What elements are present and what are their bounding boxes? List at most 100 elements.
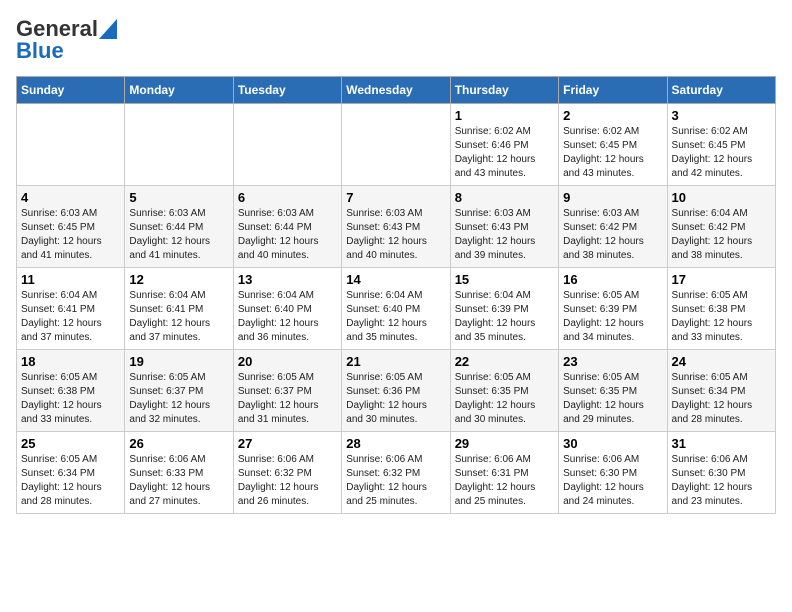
day-info: Sunrise: 6:04 AM Sunset: 6:42 PM Dayligh…	[672, 207, 771, 263]
calendar-cell: 26Sunrise: 6:06 AM Sunset: 6:33 PM Dayli…	[125, 432, 233, 514]
day-number: 6	[238, 190, 337, 205]
calendar-cell: 12 Sunrise: 6:04 AM Sunset: 6:41 PM Dayli…	[125, 268, 233, 350]
calendar-cell: 22Sunrise: 6:05 AM Sunset: 6:35 PM Dayli…	[450, 350, 558, 432]
calendar-cell	[17, 104, 125, 186]
calendar-cell: 20 Sunrise: 6:05 AM Sunset: 6:37 PM Dayli…	[233, 350, 341, 432]
calendar-cell: 1 Sunrise: 6:02 AM Sunset: 6:46 PM Daylig…	[450, 104, 558, 186]
day-number: 8	[455, 190, 554, 205]
calendar-cell: 28 Sunrise: 6:06 AM Sunset: 6:32 PM Dayli…	[342, 432, 450, 514]
day-info: Sunrise: 6:06 AM Sunset: 6:31 PM Dayligh…	[455, 453, 554, 509]
day-info: Sunrise: 6:03 AM Sunset: 6:45 PM Dayligh…	[21, 207, 120, 263]
day-number: 19	[129, 354, 228, 369]
day-info: Sunrise: 6:03 AM Sunset: 6:44 PM Dayligh…	[129, 207, 228, 263]
day-number: 15	[455, 272, 554, 287]
day-info: Sunrise: 6:05 AM Sunset: 6:34 PM Dayligh…	[21, 453, 120, 509]
day-info: Sunrise: 6:04 AM Sunset: 6:40 PM Dayligh…	[346, 289, 445, 345]
day-info: Sunrise: 6:05 AM Sunset: 6:38 PM Dayligh…	[672, 289, 771, 345]
day-number: 17	[672, 272, 771, 287]
weekday-header-saturday: Saturday	[667, 77, 775, 104]
logo: General Blue	[16, 16, 117, 64]
calendar-cell: 23 Sunrise: 6:05 AM Sunset: 6:35 PM Dayli…	[559, 350, 667, 432]
page-header: General Blue	[16, 16, 776, 64]
calendar-cell: 9 Sunrise: 6:03 AM Sunset: 6:42 PM Daylig…	[559, 186, 667, 268]
day-info: Sunrise: 6:04 AM Sunset: 6:39 PM Dayligh…	[455, 289, 554, 345]
day-number: 1	[455, 108, 554, 123]
calendar-cell: 14 Sunrise: 6:04 AM Sunset: 6:40 PM Dayli…	[342, 268, 450, 350]
calendar-cell: 19 Sunrise: 6:05 AM Sunset: 6:37 PM Dayli…	[125, 350, 233, 432]
day-number: 4	[21, 190, 120, 205]
day-number: 30	[563, 436, 662, 451]
calendar-week-row: 11 Sunrise: 6:04 AM Sunset: 6:41 PM Dayli…	[17, 268, 776, 350]
day-info: Sunrise: 6:06 AM Sunset: 6:33 PM Dayligh…	[129, 453, 228, 509]
calendar-cell	[125, 104, 233, 186]
day-info: Sunrise: 6:05 AM Sunset: 6:35 PM Dayligh…	[563, 371, 662, 427]
day-info: Sunrise: 6:05 AM Sunset: 6:37 PM Dayligh…	[238, 371, 337, 427]
day-number: 22	[455, 354, 554, 369]
day-info: Sunrise: 6:03 AM Sunset: 6:43 PM Dayligh…	[455, 207, 554, 263]
day-number: 7	[346, 190, 445, 205]
logo-blue: Blue	[16, 38, 64, 64]
calendar-cell: 10 Sunrise: 6:04 AM Sunset: 6:42 PM Dayli…	[667, 186, 775, 268]
day-info: Sunrise: 6:03 AM Sunset: 6:42 PM Dayligh…	[563, 207, 662, 263]
calendar-cell: 8 Sunrise: 6:03 AM Sunset: 6:43 PM Daylig…	[450, 186, 558, 268]
day-info: Sunrise: 6:05 AM Sunset: 6:39 PM Dayligh…	[563, 289, 662, 345]
day-number: 23	[563, 354, 662, 369]
calendar-cell: 15 Sunrise: 6:04 AM Sunset: 6:39 PM Dayli…	[450, 268, 558, 350]
day-info: Sunrise: 6:06 AM Sunset: 6:30 PM Dayligh…	[563, 453, 662, 509]
day-number: 27	[238, 436, 337, 451]
calendar-cell: 18Sunrise: 6:05 AM Sunset: 6:38 PM Dayli…	[17, 350, 125, 432]
calendar-cell: 7Sunrise: 6:03 AM Sunset: 6:43 PM Daylig…	[342, 186, 450, 268]
day-number: 28	[346, 436, 445, 451]
calendar-week-row: 4 Sunrise: 6:03 AM Sunset: 6:45 PM Daylig…	[17, 186, 776, 268]
day-number: 11	[21, 272, 120, 287]
calendar-cell: 5 Sunrise: 6:03 AM Sunset: 6:44 PM Daylig…	[125, 186, 233, 268]
calendar-cell: 11 Sunrise: 6:04 AM Sunset: 6:41 PM Dayli…	[17, 268, 125, 350]
logo-triangle-icon	[99, 19, 117, 39]
weekday-header-tuesday: Tuesday	[233, 77, 341, 104]
day-info: Sunrise: 6:06 AM Sunset: 6:32 PM Dayligh…	[346, 453, 445, 509]
day-number: 14	[346, 272, 445, 287]
weekday-header-thursday: Thursday	[450, 77, 558, 104]
day-info: Sunrise: 6:04 AM Sunset: 6:40 PM Dayligh…	[238, 289, 337, 345]
day-number: 3	[672, 108, 771, 123]
day-number: 13	[238, 272, 337, 287]
day-number: 29	[455, 436, 554, 451]
calendar-week-row: 25 Sunrise: 6:05 AM Sunset: 6:34 PM Dayli…	[17, 432, 776, 514]
day-number: 25	[21, 436, 120, 451]
day-info: Sunrise: 6:03 AM Sunset: 6:44 PM Dayligh…	[238, 207, 337, 263]
weekday-header-friday: Friday	[559, 77, 667, 104]
day-info: Sunrise: 6:06 AM Sunset: 6:32 PM Dayligh…	[238, 453, 337, 509]
day-info: Sunrise: 6:04 AM Sunset: 6:41 PM Dayligh…	[21, 289, 120, 345]
calendar-table: SundayMondayTuesdayWednesdayThursdayFrid…	[16, 76, 776, 514]
calendar-cell: 24 Sunrise: 6:05 AM Sunset: 6:34 PM Dayli…	[667, 350, 775, 432]
day-number: 20	[238, 354, 337, 369]
day-info: Sunrise: 6:02 AM Sunset: 6:46 PM Dayligh…	[455, 125, 554, 181]
calendar-cell: 13 Sunrise: 6:04 AM Sunset: 6:40 PM Dayli…	[233, 268, 341, 350]
day-number: 18	[21, 354, 120, 369]
day-info: Sunrise: 6:05 AM Sunset: 6:34 PM Dayligh…	[672, 371, 771, 427]
weekday-header-monday: Monday	[125, 77, 233, 104]
calendar-cell: 2Sunrise: 6:02 AM Sunset: 6:45 PM Daylig…	[559, 104, 667, 186]
day-number: 9	[563, 190, 662, 205]
day-number: 12	[129, 272, 228, 287]
calendar-cell: 6 Sunrise: 6:03 AM Sunset: 6:44 PM Daylig…	[233, 186, 341, 268]
calendar-cell: 16Sunrise: 6:05 AM Sunset: 6:39 PM Dayli…	[559, 268, 667, 350]
day-number: 5	[129, 190, 228, 205]
weekday-header-wednesday: Wednesday	[342, 77, 450, 104]
day-number: 31	[672, 436, 771, 451]
calendar-cell	[233, 104, 341, 186]
calendar-cell: 29 Sunrise: 6:06 AM Sunset: 6:31 PM Dayli…	[450, 432, 558, 514]
day-number: 2	[563, 108, 662, 123]
calendar-cell	[342, 104, 450, 186]
day-info: Sunrise: 6:05 AM Sunset: 6:36 PM Dayligh…	[346, 371, 445, 427]
day-info: Sunrise: 6:04 AM Sunset: 6:41 PM Dayligh…	[129, 289, 228, 345]
day-info: Sunrise: 6:05 AM Sunset: 6:37 PM Dayligh…	[129, 371, 228, 427]
calendar-cell: 4 Sunrise: 6:03 AM Sunset: 6:45 PM Daylig…	[17, 186, 125, 268]
day-number: 21	[346, 354, 445, 369]
calendar-week-row: 18Sunrise: 6:05 AM Sunset: 6:38 PM Dayli…	[17, 350, 776, 432]
calendar-cell: 30 Sunrise: 6:06 AM Sunset: 6:30 PM Dayli…	[559, 432, 667, 514]
calendar-cell: 3Sunrise: 6:02 AM Sunset: 6:45 PM Daylig…	[667, 104, 775, 186]
day-number: 24	[672, 354, 771, 369]
day-number: 10	[672, 190, 771, 205]
calendar-week-row: 1 Sunrise: 6:02 AM Sunset: 6:46 PM Daylig…	[17, 104, 776, 186]
